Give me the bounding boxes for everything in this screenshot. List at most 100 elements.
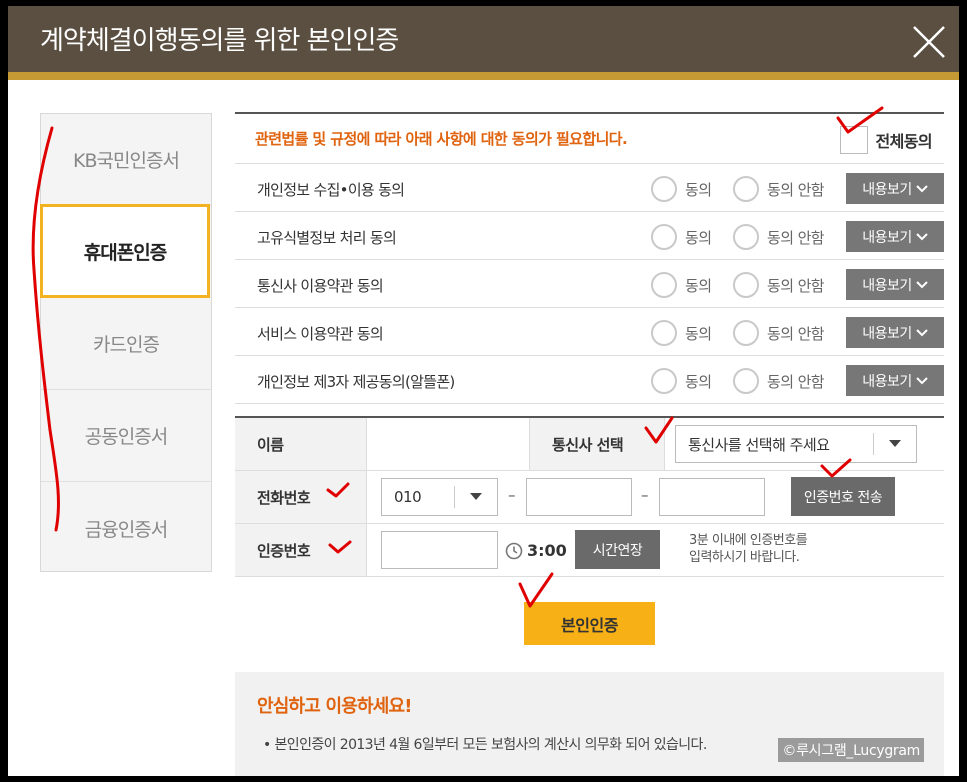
sidebar-item-mobile[interactable]: 휴대폰인증 bbox=[40, 204, 210, 298]
radio-circle[interactable] bbox=[733, 272, 759, 298]
code-note-line1: 3분 이내에 인증번호를 bbox=[689, 533, 808, 548]
phone-dash: – bbox=[508, 486, 516, 504]
verification-modal: 계약체결이행동의를 위한 본인인증 KB국민인증서 휴대폰인증 카드인증 공동인… bbox=[8, 6, 959, 776]
consent-title: 고유식별정보 처리 동의 bbox=[257, 229, 397, 247]
radio-circle[interactable] bbox=[733, 368, 759, 394]
agree-radio[interactable]: 동의 bbox=[651, 224, 712, 250]
caret-down-icon bbox=[874, 440, 916, 448]
name-label: 이름 bbox=[235, 418, 367, 470]
identity-form: 이름 통신사 선택 통신사를 선택해 주세요 전화번호 010 – – 인증번호… bbox=[235, 416, 944, 577]
chevron-down-icon bbox=[916, 376, 928, 384]
radio-circle[interactable] bbox=[651, 176, 677, 202]
sidebar-item-card[interactable]: 카드인증 bbox=[41, 298, 211, 390]
consent-title: 서비스 이용약관 동의 bbox=[257, 325, 384, 343]
auth-method-sidebar: KB국민인증서 휴대폰인증 카드인증 공동인증서 금융인증서 bbox=[40, 113, 212, 572]
view-content-button[interactable]: 내용보기 bbox=[846, 173, 944, 204]
phone-row: 전화번호 010 – – 인증번호 전송 bbox=[235, 471, 944, 524]
disagree-label: 동의 안함 bbox=[767, 372, 825, 391]
timer-value: 3:00 bbox=[527, 541, 567, 560]
code-note: 3분 이내에 인증번호를 입력하시기 바랍니다. bbox=[689, 532, 808, 566]
consent-message: 관련법률 및 규정에 따라 아래 사항에 대한 동의가 필요합니다. bbox=[255, 130, 628, 148]
sidebar-item-joint-cert[interactable]: 공동인증서 bbox=[41, 390, 211, 482]
view-content-button[interactable]: 내용보기 bbox=[846, 365, 944, 396]
disagree-label: 동의 안함 bbox=[767, 276, 825, 295]
code-input[interactable] bbox=[381, 531, 498, 569]
consent-row: 개인정보 제3자 제공동의(알뜰폰) 동의 동의 안함 내용보기 bbox=[235, 356, 944, 404]
view-label: 내용보기 bbox=[862, 181, 912, 198]
modal-title: 계약체결이행동의를 위한 본인인증 bbox=[40, 26, 399, 56]
disagree-radio[interactable]: 동의 안함 bbox=[733, 176, 825, 202]
view-content-button[interactable]: 내용보기 bbox=[846, 317, 944, 348]
disagree-radio[interactable]: 동의 안함 bbox=[733, 224, 825, 250]
view-content-button[interactable]: 내용보기 bbox=[846, 269, 944, 300]
phone-dash: – bbox=[641, 486, 649, 504]
name-carrier-row: 이름 통신사 선택 통신사를 선택해 주세요 bbox=[235, 418, 944, 471]
disagree-radio[interactable]: 동의 안함 bbox=[733, 272, 825, 298]
chevron-down-icon bbox=[916, 328, 928, 336]
title-bar: 계약체결이행동의를 위한 본인인증 bbox=[8, 6, 959, 80]
agree-label: 동의 bbox=[685, 324, 712, 343]
extend-time-button[interactable]: 시간연장 bbox=[575, 530, 660, 569]
consent-row: 통신사 이용약관 동의 동의 동의 안함 내용보기 bbox=[235, 260, 944, 308]
carrier-label: 통신사 선택 bbox=[529, 418, 665, 470]
phone-prefix-value: 010 bbox=[394, 488, 422, 506]
radio-circle[interactable] bbox=[651, 272, 677, 298]
agree-radio[interactable]: 동의 bbox=[651, 176, 712, 202]
disagree-label: 동의 안함 bbox=[767, 228, 825, 247]
consent-row: 고유식별정보 처리 동의 동의 동의 안함 내용보기 bbox=[235, 212, 944, 260]
view-label: 내용보기 bbox=[862, 373, 912, 390]
consent-header: 관련법률 및 규정에 따라 아래 사항에 대한 동의가 필요합니다. 전체동의 bbox=[235, 114, 944, 164]
verify-button[interactable]: 본인인증 bbox=[524, 602, 655, 645]
consent-title: 개인정보 수집•이용 동의 bbox=[257, 181, 405, 199]
phone-prefix-select[interactable]: 010 bbox=[381, 478, 498, 516]
consent-title: 개인정보 제3자 제공동의(알뜰폰) bbox=[257, 373, 455, 391]
chevron-down-icon bbox=[916, 280, 928, 288]
radio-circle[interactable] bbox=[733, 320, 759, 346]
view-label: 내용보기 bbox=[862, 325, 912, 342]
phone-middle-input[interactable] bbox=[526, 478, 632, 516]
sidebar-item-financial-cert[interactable]: 금융인증서 bbox=[41, 482, 211, 574]
agree-radio[interactable]: 동의 bbox=[651, 272, 712, 298]
agree-label: 동의 bbox=[685, 180, 712, 199]
agree-all-checkbox[interactable]: 전체동의 bbox=[839, 126, 933, 154]
consent-row: 개인정보 수집•이용 동의 동의 동의 안함 내용보기 bbox=[235, 164, 944, 212]
code-label: 인증번호 bbox=[235, 524, 367, 576]
notice-box: 안심하고 이용하세요! • 본인인증이 2013년 4월 6일부터 모든 보험사… bbox=[235, 672, 944, 776]
radio-circle[interactable] bbox=[651, 368, 677, 394]
carrier-select-value: 통신사를 선택해 주세요 bbox=[688, 435, 830, 454]
code-row: 인증번호 3:00 시간연장 3분 이내에 인증번호를 입력하시기 바랍니다. bbox=[235, 524, 944, 577]
radio-circle[interactable] bbox=[733, 176, 759, 202]
send-code-button[interactable]: 인증번호 전송 bbox=[791, 477, 895, 516]
checkbox-box[interactable] bbox=[839, 126, 868, 154]
caret-down-icon bbox=[455, 493, 497, 501]
phone-label: 전화번호 bbox=[235, 471, 367, 523]
disagree-radio[interactable]: 동의 안함 bbox=[733, 320, 825, 346]
view-label: 내용보기 bbox=[862, 229, 912, 246]
agree-label: 동의 bbox=[685, 372, 712, 391]
notice-bullet: • 본인인증이 2013년 4월 6일부터 모든 보험사의 계산시 의무화 되어… bbox=[263, 737, 707, 753]
watermark: ©루시그램_Lucygram bbox=[778, 738, 924, 762]
consent-title: 통신사 이용약관 동의 bbox=[257, 277, 384, 295]
title-accent-bar bbox=[8, 72, 959, 80]
disagree-label: 동의 안함 bbox=[767, 180, 825, 199]
agree-label: 동의 bbox=[685, 276, 712, 295]
view-label: 내용보기 bbox=[862, 277, 912, 294]
radio-circle[interactable] bbox=[651, 224, 677, 250]
notice-title: 안심하고 이용하세요! bbox=[257, 696, 413, 717]
sidebar-item-kb-cert[interactable]: KB국민인증서 bbox=[41, 114, 211, 206]
chevron-down-icon bbox=[916, 232, 928, 240]
consent-row: 서비스 이용약관 동의 동의 동의 안함 내용보기 bbox=[235, 308, 944, 356]
carrier-select[interactable]: 통신사를 선택해 주세요 bbox=[675, 425, 917, 463]
code-note-line2: 입력하시기 바랍니다. bbox=[689, 550, 800, 565]
disagree-radio[interactable]: 동의 안함 bbox=[733, 368, 825, 394]
timer: 3:00 bbox=[505, 541, 567, 560]
phone-last-input[interactable] bbox=[659, 478, 765, 516]
disagree-label: 동의 안함 bbox=[767, 324, 825, 343]
radio-circle[interactable] bbox=[651, 320, 677, 346]
view-content-button[interactable]: 내용보기 bbox=[846, 221, 944, 252]
agree-radio[interactable]: 동의 bbox=[651, 368, 712, 394]
close-icon[interactable] bbox=[911, 24, 947, 60]
agree-radio[interactable]: 동의 bbox=[651, 320, 712, 346]
radio-circle[interactable] bbox=[733, 224, 759, 250]
consent-table: 관련법률 및 규정에 따라 아래 사항에 대한 동의가 필요합니다. 전체동의 … bbox=[235, 112, 944, 404]
